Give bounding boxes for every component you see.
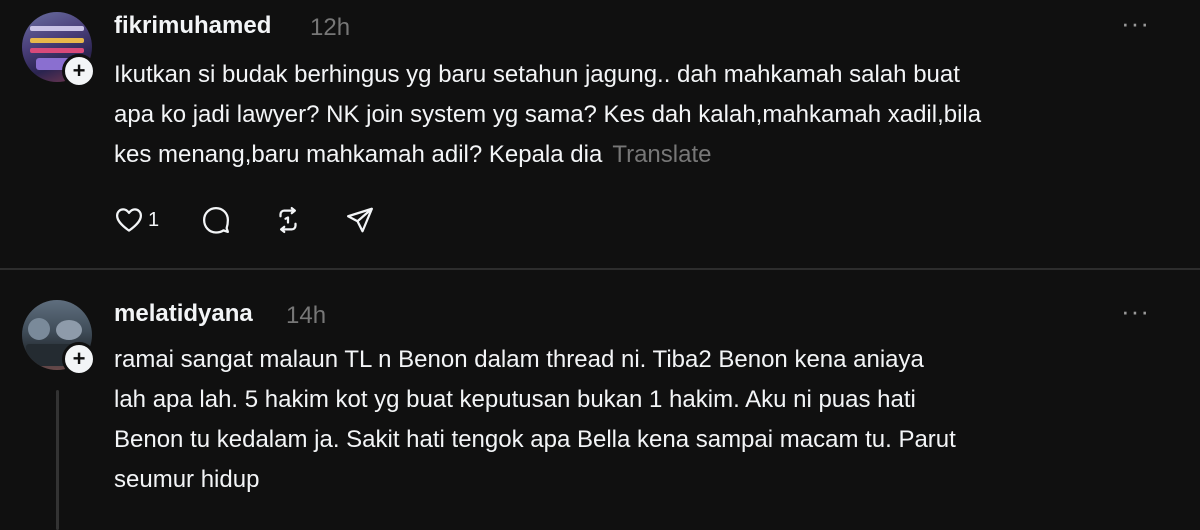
post-text-line: seumur hidup [114,466,260,493]
post-text-line: Benon tu kedalam ja. Sakit hati tengok a… [114,426,956,453]
follow-button[interactable]: + [62,54,96,88]
reply-button[interactable] [201,205,231,235]
avatar-block [56,320,82,340]
avatar-stripe [30,38,84,43]
heart-icon [116,208,142,232]
avatar-stripe [30,48,84,53]
share-button[interactable] [345,205,375,235]
timestamp: 12h [310,14,351,41]
more-options-icon[interactable]: ··· [1121,10,1150,36]
plus-icon: + [72,346,86,371]
post-text-line: ramai sangat malaun TL n Benon dalam thr… [114,346,924,373]
follow-button[interactable]: + [62,342,96,376]
thread-post: + melatidyana 14h ··· ramai sangat malau… [0,270,1200,530]
post-text-line: kes menang,baru mahkamah adil? Kepala di… [114,141,603,168]
username[interactable]: fikrimuhamed [114,12,271,40]
timestamp: 14h [286,302,327,329]
avatar-block [28,318,50,340]
thread-post: + fikrimuhamed 12h ··· Ikutkan si budak … [0,0,1200,268]
post-text: Ikutkan si budak berhingus yg baru setah… [114,55,1134,175]
like-button[interactable]: 1 [114,205,159,235]
send-icon [347,207,374,233]
like-count: 1 [148,208,160,231]
repost-button[interactable] [273,205,303,235]
comment-icon [203,207,230,234]
avatar-stripe [30,26,84,31]
action-bar: 1 [114,200,417,240]
more-options-icon[interactable]: ··· [1121,298,1150,324]
repost-icon [279,207,297,233]
post-text-line-with-translate: kes menang,baru mahkamah adil? Kepala di… [114,135,1134,175]
post-text-line: apa ko jadi lawyer? NK join system yg sa… [114,101,982,128]
username[interactable]: melatidyana [114,300,253,328]
post-text-line: Ikutkan si budak berhingus yg baru setah… [114,61,960,88]
plus-icon: + [72,58,86,83]
post-text-line: lah apa lah. 5 hakim kot yg buat keputus… [114,386,916,413]
post-text: ramai sangat malaun TL n Benon dalam thr… [114,340,1134,500]
thread-connector-line [56,390,59,530]
translate-link[interactable]: Translate [612,141,711,168]
